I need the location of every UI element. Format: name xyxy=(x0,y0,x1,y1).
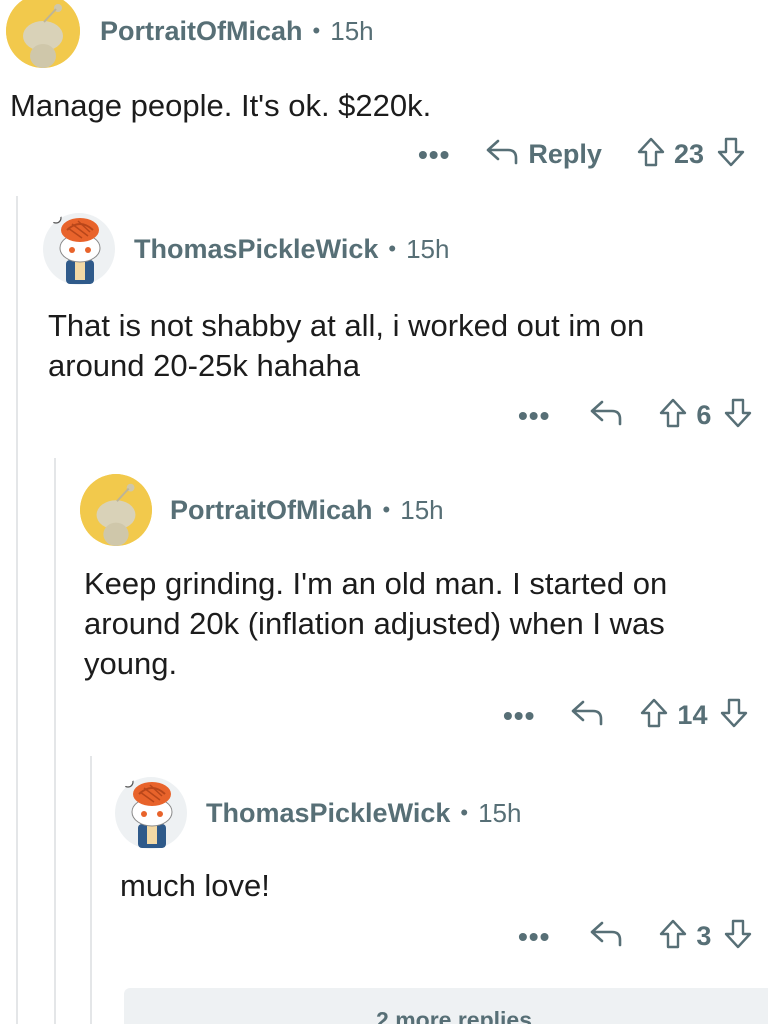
comment-header: ThomasPickleWick • 15h xyxy=(42,212,449,286)
comment-actions: ••• 6 xyxy=(518,397,753,434)
reply-button[interactable]: Reply xyxy=(528,139,602,170)
comment-actions: ••• 3 xyxy=(518,918,753,955)
comment-text-line: young. xyxy=(84,646,178,681)
reply-icon[interactable] xyxy=(588,919,624,954)
username[interactable]: ThomasPickleWick xyxy=(134,234,378,265)
upvote-icon[interactable] xyxy=(658,397,688,434)
comment-text-line: around 20k (inflation adjusted) when I w… xyxy=(84,606,665,641)
comment-body: Manage people. It's ok. $220k. xyxy=(10,86,431,126)
more-replies-button[interactable]: 2 more replies xyxy=(124,988,768,1024)
upvote-icon[interactable] xyxy=(658,918,688,955)
comment-text-line: Keep grinding. I'm an old man. I started… xyxy=(84,566,668,601)
snoo-avatar-icon xyxy=(80,474,152,546)
more-options-icon[interactable]: ••• xyxy=(518,921,550,953)
avatar[interactable] xyxy=(42,212,116,286)
upvote-icon[interactable] xyxy=(639,697,669,734)
snoo-avatar-icon xyxy=(6,0,80,68)
downvote-icon[interactable] xyxy=(723,918,753,955)
downvote-icon[interactable] xyxy=(723,397,753,434)
reply-icon[interactable] xyxy=(588,398,624,433)
vote-count: 23 xyxy=(673,139,704,169)
vote-count: 14 xyxy=(677,700,708,730)
meta-separator: • xyxy=(460,800,469,825)
thread-line-level-2[interactable] xyxy=(54,458,56,1024)
username[interactable]: PortraitOfMicah xyxy=(100,16,303,47)
more-options-icon[interactable]: ••• xyxy=(503,700,535,732)
comment-header: PortraitOfMicah • 15h xyxy=(6,0,374,68)
downvote-icon[interactable] xyxy=(716,136,746,173)
comment-header: PortraitOfMicah • 15h xyxy=(80,474,444,546)
comment-text-line: That is not shabby at all, i worked out … xyxy=(48,308,645,343)
timestamp: 15h xyxy=(406,233,450,264)
reply-icon[interactable] xyxy=(484,137,520,172)
comment-text-line: around 20-25k hahaha xyxy=(48,348,360,383)
meta-separator: • xyxy=(388,236,397,261)
more-options-icon[interactable]: ••• xyxy=(418,139,450,171)
comment-actions: ••• Reply 23 xyxy=(418,136,746,173)
reply-icon[interactable] xyxy=(569,698,605,733)
thread-line-level-1[interactable] xyxy=(16,196,18,1024)
comment-body: That is not shabby at all, i worked out … xyxy=(48,306,644,386)
comment-body: much love! xyxy=(120,866,270,906)
pumpkin-snoo-avatar-icon xyxy=(43,212,115,285)
vote-count: 3 xyxy=(696,921,712,951)
thread-line-level-3[interactable] xyxy=(90,756,92,1024)
more-options-icon[interactable]: ••• xyxy=(518,400,550,432)
username[interactable]: PortraitOfMicah xyxy=(170,495,373,526)
meta-separator: • xyxy=(312,18,321,43)
comment-thread: PortraitOfMicah • 15h Manage people. It'… xyxy=(0,0,768,1024)
avatar[interactable] xyxy=(80,474,152,546)
downvote-icon[interactable] xyxy=(719,697,749,734)
comment-header: ThomasPickleWick • 15h xyxy=(114,776,521,850)
timestamp: 15h xyxy=(478,797,522,828)
comment-body: Keep grinding. I'm an old man. I started… xyxy=(84,564,667,684)
meta-separator: • xyxy=(382,497,391,522)
timestamp: 15h xyxy=(400,494,444,525)
avatar[interactable] xyxy=(114,776,188,850)
username[interactable]: ThomasPickleWick xyxy=(206,798,450,829)
comment-text-line: Manage people. It's ok. $220k. xyxy=(10,88,432,123)
upvote-icon[interactable] xyxy=(636,136,666,173)
timestamp: 15h xyxy=(330,15,374,46)
comment-text-line: much love! xyxy=(120,868,270,903)
pumpkin-snoo-avatar-icon xyxy=(115,776,187,849)
comment-actions: ••• 14 xyxy=(503,697,749,734)
avatar[interactable] xyxy=(6,0,80,68)
vote-count: 6 xyxy=(696,400,712,430)
